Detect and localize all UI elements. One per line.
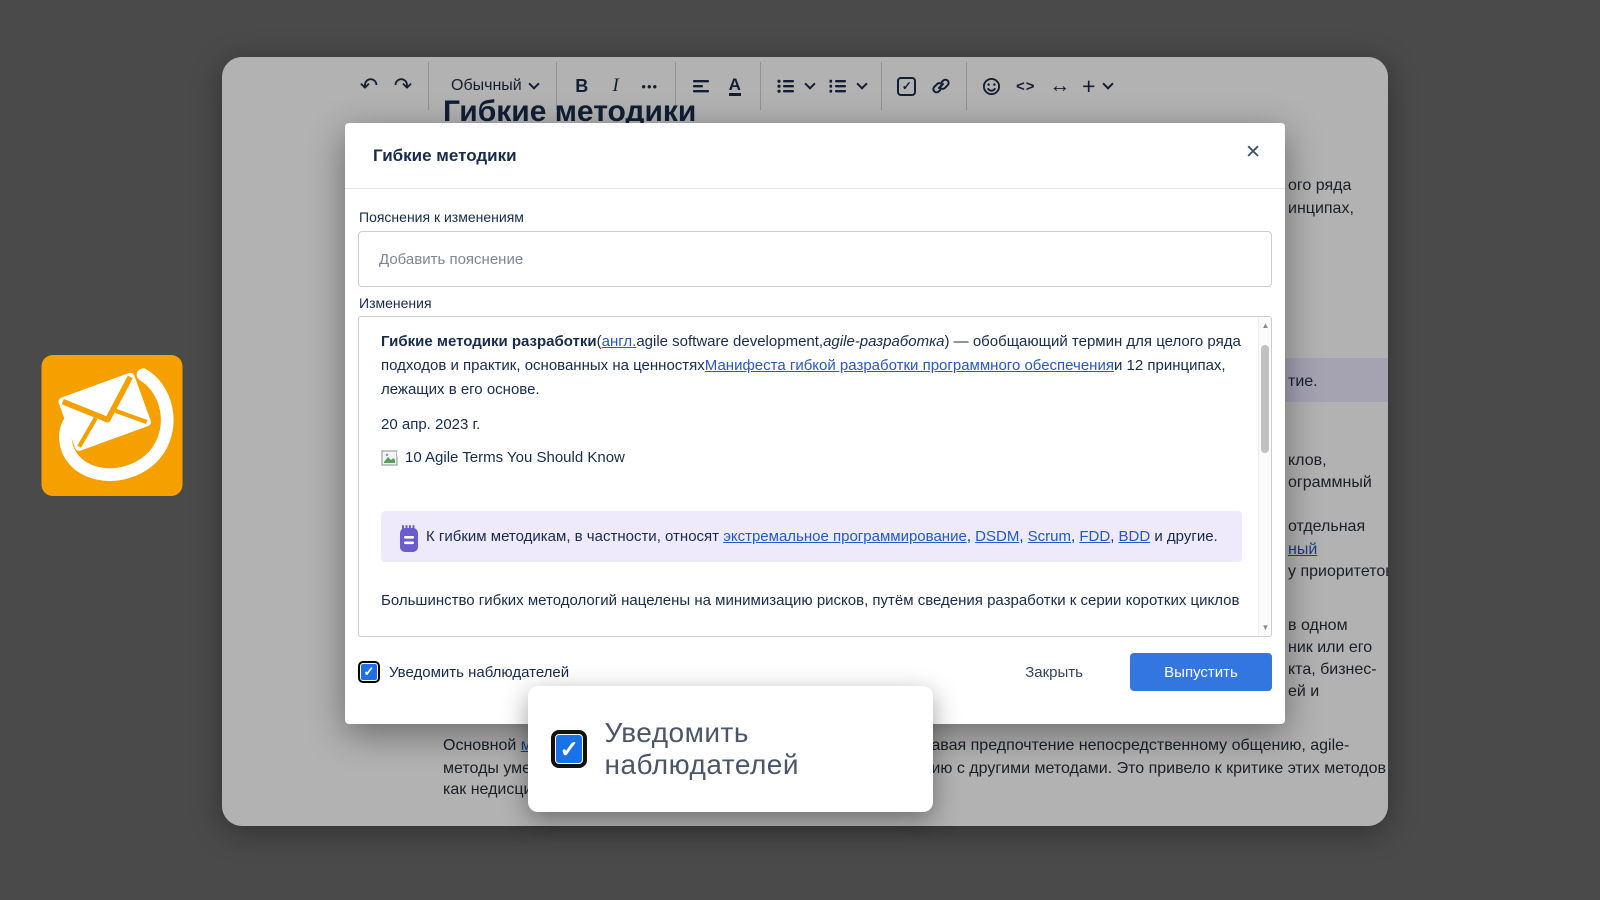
mail-swirl-icon[interactable] xyxy=(41,355,183,496)
panel-link[interactable]: FDD xyxy=(1079,528,1110,545)
panel-link[interactable]: экстремальное программирование xyxy=(723,528,967,545)
preview-paragraph: Гибкие методики разработки(англ.agile so… xyxy=(381,330,1244,402)
panel-text: , xyxy=(967,528,975,545)
preview-link[interactable]: Манифеста гибкой разработки программного… xyxy=(705,357,1114,374)
panel-text: К гибким методикам, в частности, относят xyxy=(426,528,723,545)
publish-dialog: Гибкие методики ✕ Пояснения к изменениям… xyxy=(345,123,1285,724)
panel-text: , xyxy=(1110,528,1118,545)
preview-scrollbar[interactable]: ▲ ▼ xyxy=(1258,317,1271,636)
scroll-up-icon[interactable]: ▲ xyxy=(1261,321,1270,330)
checkbox-check-icon: ✓ xyxy=(556,735,582,763)
broken-image-icon xyxy=(381,450,401,467)
changes-label: Изменения xyxy=(359,295,432,311)
note-icon xyxy=(398,524,420,554)
preview-date: 20 апр. 2023 г. xyxy=(381,413,1244,437)
magnified-checkbox: ✓ xyxy=(551,730,587,768)
preview-bold-text: Гибкие методики разработки xyxy=(381,333,597,350)
scrollbar-thumb[interactable] xyxy=(1261,345,1269,453)
panel-text: , xyxy=(1019,528,1027,545)
comment-input[interactable] xyxy=(358,231,1272,287)
panel-link[interactable]: DSDM xyxy=(975,528,1019,545)
checkbox-check-icon: ✓ xyxy=(361,664,377,680)
preview-italic-text: agile-разработка xyxy=(823,333,944,350)
preview-clipped-line: Большинство гибких методологий нацелены … xyxy=(381,589,1244,613)
mail-swirl-icon-graphic xyxy=(41,355,183,496)
magnified-label: Уведомить наблюдателей xyxy=(604,717,933,781)
panel-text: и другие. xyxy=(1150,528,1218,545)
comment-label: Пояснения к изменениям xyxy=(359,209,524,225)
panel-link[interactable]: BDD xyxy=(1119,528,1151,545)
preview-text: agile software development, xyxy=(636,333,823,350)
magnifier-overlay: ✓ Уведомить наблюдателей xyxy=(528,686,933,812)
scroll-down-icon[interactable]: ▼ xyxy=(1261,623,1270,632)
panel-link[interactable]: Scrum xyxy=(1028,528,1071,545)
changes-preview: Гибкие методики разработки(англ.agile so… xyxy=(358,316,1272,637)
info-panel: К гибким методикам, в частности, относят… xyxy=(381,511,1242,562)
notify-watchers-label: Уведомить наблюдателей xyxy=(389,664,569,681)
dialog-title: Гибкие методики xyxy=(373,146,517,166)
close-icon[interactable]: ✕ xyxy=(1245,143,1261,162)
changes-content: Гибкие методики разработки(англ.agile so… xyxy=(359,317,1258,613)
broken-image-line: 10 Agile Terms You Should Know xyxy=(381,446,1244,470)
publish-button[interactable]: Выпустить xyxy=(1130,653,1272,691)
image-alt-text: 10 Agile Terms You Should Know xyxy=(405,446,625,470)
notify-watchers-checkbox[interactable]: ✓ xyxy=(358,661,380,683)
close-button[interactable]: Закрыть xyxy=(1025,664,1083,681)
dialog-header: Гибкие методики ✕ xyxy=(345,123,1285,189)
preview-link[interactable]: англ. xyxy=(602,333,637,350)
